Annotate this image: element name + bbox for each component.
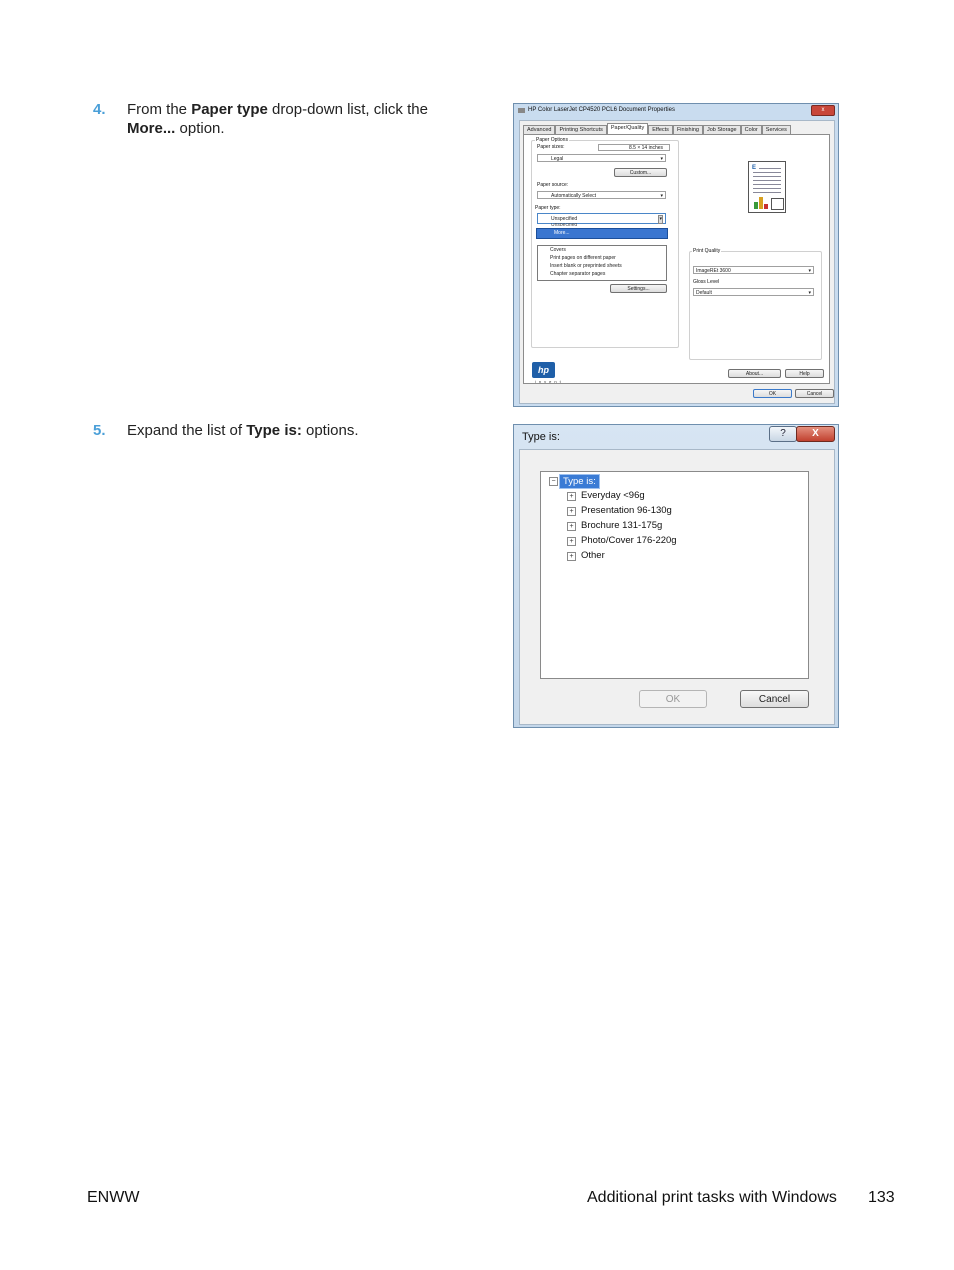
- dropdown-partial-item: Unspecified: [551, 223, 578, 226]
- type-is-dialog: Type is: ? X − Type is: + Everyday <96g …: [513, 424, 839, 728]
- tree-item-photo-cover[interactable]: Photo/Cover 176-220g: [581, 535, 677, 546]
- dialog-body: Advanced Printing Shortcuts Paper/Qualit…: [519, 120, 835, 404]
- gloss-level-select[interactable]: Default ▾: [693, 288, 814, 296]
- ok-button[interactable]: OK: [639, 690, 707, 708]
- step-number: 5.: [93, 422, 106, 439]
- help-button[interactable]: Help: [785, 369, 824, 378]
- paper-preview-icon: E: [748, 161, 786, 213]
- chevron-down-icon: ▾: [660, 193, 663, 199]
- chevron-down-icon: ▾: [660, 156, 663, 162]
- expand-icon[interactable]: +: [567, 492, 576, 501]
- expand-icon[interactable]: +: [567, 522, 576, 531]
- chevron-down-icon: ▾: [808, 268, 811, 274]
- chevron-down-icon: ▾: [658, 215, 663, 224]
- paper-options-label: Paper Options: [535, 137, 569, 143]
- tree-item-everyday[interactable]: Everyday <96g: [581, 490, 645, 501]
- chevron-down-icon: ▾: [808, 290, 811, 296]
- custom-button[interactable]: Custom...: [614, 168, 667, 177]
- hp-invent-tagline: invent: [535, 379, 564, 384]
- print-quality-select[interactable]: ImageREt 3600 ▾: [693, 266, 814, 274]
- paper-quality-panel: Paper Options Paper sizes: 8.5 × 14 inch…: [523, 134, 830, 384]
- printer-icon: [518, 108, 525, 113]
- dialog-body: − Type is: + Everyday <96g + Presentatio…: [519, 449, 835, 725]
- collapse-icon[interactable]: −: [549, 477, 558, 486]
- print-quality-label: Print Quality: [692, 248, 722, 254]
- hp-logo: hp: [532, 362, 555, 378]
- close-button[interactable]: X: [796, 426, 835, 442]
- list-item[interactable]: Covers: [538, 246, 666, 254]
- cancel-button[interactable]: Cancel: [795, 389, 834, 398]
- type-tree[interactable]: − Type is: + Everyday <96g + Presentatio…: [540, 471, 809, 679]
- tab-strip: Advanced Printing Shortcuts Paper/Qualit…: [523, 123, 791, 135]
- paper-source-label: Paper source:: [537, 182, 569, 188]
- ok-button[interactable]: OK: [753, 389, 792, 398]
- footer-left-label: ENWW: [87, 1189, 140, 1206]
- gloss-level-label: Gloss Level: [693, 279, 720, 285]
- tree-item-other[interactable]: Other: [581, 550, 605, 561]
- expand-icon[interactable]: +: [567, 552, 576, 561]
- help-button[interactable]: ?: [769, 426, 797, 442]
- tree-item-presentation[interactable]: Presentation 96-130g: [581, 505, 672, 516]
- page-number: 133: [868, 1189, 895, 1206]
- paper-size-select[interactable]: Legal ▾: [537, 154, 666, 162]
- step-text: From the Paper type drop-down list, clic…: [127, 101, 428, 137]
- special-pages-list[interactable]: Covers Print pages on different paper In…: [537, 245, 667, 281]
- step-5: 5. Expand the list of Type is: options.: [93, 421, 467, 440]
- paper-source-select[interactable]: Automatically Select ▾: [537, 191, 666, 199]
- settings-button[interactable]: Settings...: [610, 284, 667, 293]
- footer-section-title: Additional print tasks with Windows: [587, 1189, 837, 1206]
- close-button[interactable]: x: [811, 105, 835, 116]
- list-item[interactable]: Insert blank or preprinted sheets: [538, 262, 666, 270]
- step-number: 4.: [93, 101, 106, 118]
- paper-size-dimensions: 8.5 × 14 inches: [598, 144, 670, 151]
- about-button[interactable]: About...: [728, 369, 781, 378]
- dialog-title: HP Color LaserJet CP4520 PCL6 Document P…: [528, 107, 675, 113]
- paper-type-label: Paper type:: [535, 205, 561, 211]
- step-4: 4. From the Paper type drop-down list, cl…: [93, 100, 467, 138]
- step-text: Expand the list of Type is: options.: [127, 422, 359, 439]
- cancel-button[interactable]: Cancel: [740, 690, 809, 708]
- document-properties-dialog: HP Color LaserJet CP4520 PCL6 Document P…: [513, 103, 839, 407]
- expand-icon[interactable]: +: [567, 537, 576, 546]
- more-option[interactable]: More...: [536, 228, 668, 239]
- paper-sizes-label: Paper sizes:: [537, 144, 565, 150]
- dialog-title: Type is:: [522, 431, 560, 443]
- list-item[interactable]: Print pages on different paper: [538, 254, 666, 262]
- list-item[interactable]: Chapter separator pages: [538, 270, 666, 278]
- tree-root-type-is[interactable]: Type is:: [559, 474, 600, 489]
- expand-icon[interactable]: +: [567, 507, 576, 516]
- tree-item-brochure[interactable]: Brochure 131-175g: [581, 520, 662, 531]
